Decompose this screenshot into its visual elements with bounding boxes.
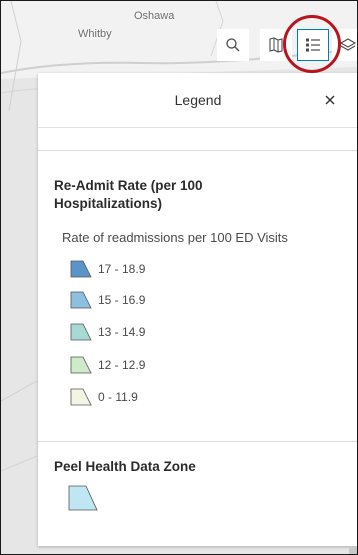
section-divider [38, 150, 357, 151]
legend-panel: Legend Re-Admit Rate (per 100 Hospitaliz… [38, 73, 357, 546]
resize-handle[interactable] [349, 546, 357, 554]
legend-item [68, 485, 104, 511]
legend-label: 0 - 11.9 [98, 390, 138, 404]
layer-title-peel: Peel Health Data Zone [54, 459, 196, 474]
legend-swatch [70, 323, 92, 341]
search-button[interactable] [217, 29, 249, 61]
legend-label: 12 - 12.9 [98, 358, 146, 372]
legend-item: 15 - 16.9 [70, 290, 145, 310]
legend-swatch [68, 485, 98, 511]
legend-swatch [70, 356, 92, 374]
legend-item: 13 - 14.9 [70, 322, 145, 342]
search-icon [226, 38, 240, 52]
legend-swatch [70, 291, 92, 309]
legend-label: 17 - 18.9 [98, 262, 146, 276]
legend-label: 15 - 16.9 [98, 293, 146, 307]
map-label-whitby: Whitby [78, 28, 112, 40]
map-label-oshawa: Oshawa [134, 10, 175, 22]
layer-title-readmit: Re-Admit Rate (per 100 Hospitalizations) [54, 178, 203, 211]
app-frame: Oshawa Whitby Legend Re-Admit Rate (per … [0, 0, 358, 555]
legend-item: 0 - 11.9 [70, 387, 138, 407]
legend-label: 13 - 14.9 [98, 325, 146, 339]
legend-panel-title: Legend [174, 92, 222, 108]
close-icon [325, 95, 335, 105]
layers-icon [339, 38, 357, 51]
section-divider [38, 441, 357, 442]
layer-subtitle-readmit: Rate of readmissions per 100 ED Visits [62, 230, 288, 245]
legend-panel-header: Legend [38, 73, 357, 128]
legend-item: 12 - 12.9 [70, 355, 145, 375]
legend-swatch [70, 260, 92, 278]
legend-item: 17 - 18.9 [70, 259, 145, 279]
legend-swatch [70, 388, 92, 406]
close-button[interactable] [321, 91, 339, 109]
highlight-circle-annotation [283, 15, 341, 73]
